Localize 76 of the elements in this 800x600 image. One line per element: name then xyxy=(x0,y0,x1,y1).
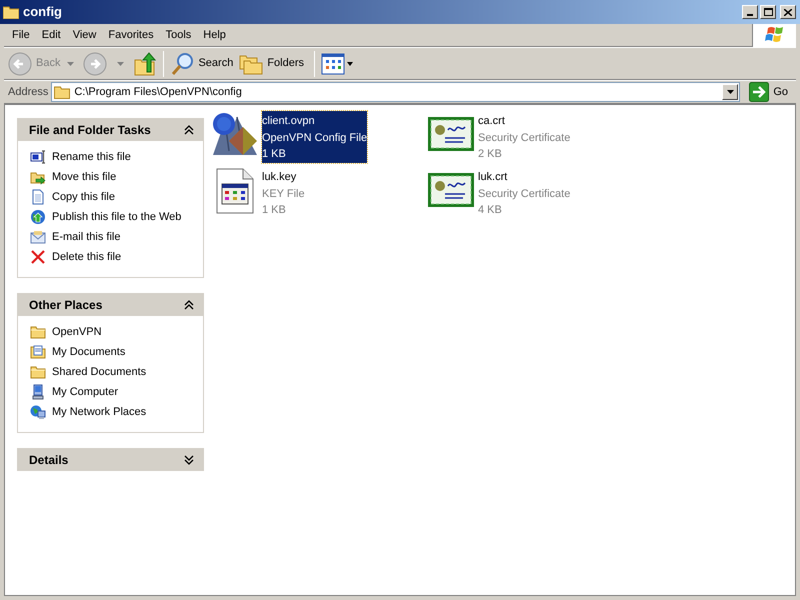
panel-header[interactable]: File and Folder Tasks xyxy=(17,118,204,141)
task-link[interactable]: Copy this file xyxy=(52,188,115,206)
file-label[interactable]: ca.crt Security Certificate 2 KB xyxy=(478,111,570,162)
window-title: config xyxy=(23,3,63,22)
file-type: OpenVPN Config File xyxy=(262,130,368,146)
task-link[interactable]: My Documents xyxy=(52,344,126,360)
file-size: 2 KB xyxy=(478,147,503,162)
network-icon xyxy=(30,404,46,420)
views-icon xyxy=(321,52,346,74)
minimize-button[interactable] xyxy=(742,5,758,19)
file-label[interactable]: client.ovpn OpenVPN Config File 1 KB xyxy=(262,111,368,162)
menu-item[interactable]: Tools xyxy=(160,26,198,44)
dropdown-arrow-icon xyxy=(347,62,354,66)
collapse-icon[interactable] xyxy=(184,124,194,134)
search-icon xyxy=(171,52,196,76)
computer-icon xyxy=(30,384,46,400)
menu-item[interactable]: View xyxy=(66,26,102,44)
rename-icon xyxy=(30,149,46,165)
document-icon xyxy=(30,189,46,205)
folder-up-icon[interactable] xyxy=(134,52,156,76)
file-name: luk.key xyxy=(262,170,298,185)
task-link[interactable]: Publish this file to the Web xyxy=(52,208,182,226)
search-button[interactable]: Search xyxy=(171,52,238,76)
address-label: Address xyxy=(8,84,48,100)
close-icon xyxy=(784,8,792,16)
task-link[interactable]: Delete this file xyxy=(52,248,122,266)
folder-icon xyxy=(54,85,70,99)
menu-item[interactable]: Edit xyxy=(36,26,67,44)
maximize-button[interactable] xyxy=(760,5,776,19)
file-label[interactable]: luk.crt Security Certificate 4 KB xyxy=(478,167,570,218)
folder-icon xyxy=(30,324,46,340)
folders-icon xyxy=(239,52,264,74)
folders-button[interactable]: Folders xyxy=(239,52,308,74)
file-type: Security Certificate xyxy=(478,186,570,202)
menu-item[interactable]: File xyxy=(6,26,36,44)
panel-title: Other Places xyxy=(29,296,102,314)
file-type: Security Certificate xyxy=(478,130,570,146)
envelope-icon xyxy=(30,229,46,245)
close-button[interactable] xyxy=(780,5,796,19)
dropdown-button[interactable] xyxy=(722,84,738,100)
file-name: client.ovpn xyxy=(262,114,316,129)
go-button[interactable]: Go xyxy=(743,81,794,103)
panel-header[interactable]: Details xyxy=(17,448,204,471)
task-link[interactable]: My Computer xyxy=(52,384,118,400)
delete-icon xyxy=(30,249,46,265)
documents-folder-icon xyxy=(30,344,46,360)
task-link[interactable]: My Network Places xyxy=(52,404,146,420)
file-type: KEY File xyxy=(262,186,305,202)
views-button[interactable] xyxy=(321,52,354,74)
file-name: ca.crt xyxy=(478,114,506,129)
file-size: 1 KB xyxy=(262,147,287,162)
panel-title: File and Folder Tasks xyxy=(29,122,151,138)
task-link[interactable]: E-mail this file xyxy=(52,228,120,246)
file-size: 1 KB xyxy=(262,203,287,218)
collapse-icon[interactable] xyxy=(184,300,194,310)
folder-icon xyxy=(3,5,19,19)
expand-icon[interactable] xyxy=(184,454,194,464)
file-name: luk.crt xyxy=(478,170,508,185)
folder-icon xyxy=(30,364,46,380)
globe-icon xyxy=(30,209,46,225)
menu-item[interactable]: Help xyxy=(197,26,232,44)
task-link[interactable]: Rename this file xyxy=(52,148,131,166)
address-field[interactable]: C:\Program Files\OpenVPN\config xyxy=(51,82,740,102)
file-size: 4 KB xyxy=(478,203,503,218)
task-link[interactable]: OpenVPN xyxy=(52,324,102,340)
file-label[interactable]: luk.key KEY File 1 KB xyxy=(262,167,305,218)
task-link[interactable]: Shared Documents xyxy=(52,364,146,380)
menu-item[interactable]: Favorites xyxy=(102,26,160,44)
flag-logo-icon xyxy=(764,26,784,44)
dropdown-arrow-icon[interactable] xyxy=(117,62,124,66)
panel-header[interactable]: Other Places xyxy=(17,293,204,316)
dropdown-arrow-icon[interactable] xyxy=(67,62,74,66)
panel-title: Details xyxy=(29,452,68,468)
address-value: C:\Program Files\OpenVPN\config xyxy=(74,84,243,100)
task-link[interactable]: Move this file xyxy=(52,168,116,186)
dropdown-arrow-icon xyxy=(726,90,734,94)
